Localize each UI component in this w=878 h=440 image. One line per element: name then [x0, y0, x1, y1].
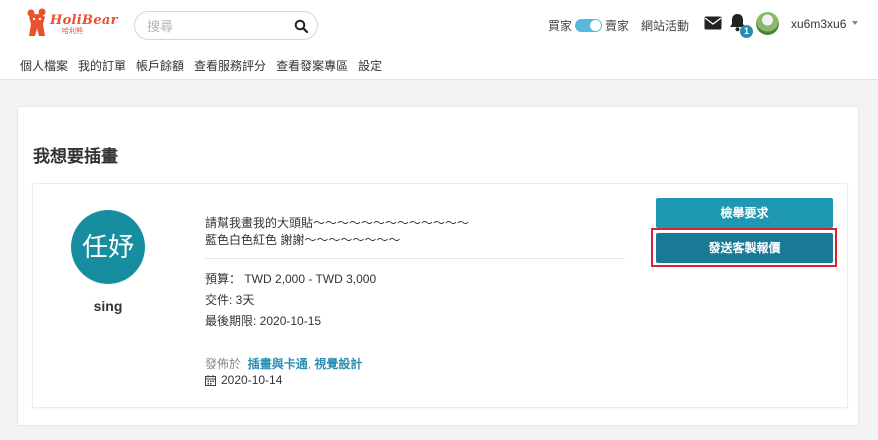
- description-line: 藍色白色紅色 謝謝～～～～～～～～: [205, 233, 401, 247]
- request-description: 請幫我畫我的大頭貼～～～～～～～～～～～～～ 藍色白色紅色 謝謝～～～～～～～～: [205, 215, 469, 249]
- budget: 預算： TWD 2,000 - TWD 3,000: [205, 272, 377, 286]
- buyer-seller-toggle[interactable]: [575, 19, 603, 32]
- category-link-illustration[interactable]: 插畫與卡通: [248, 357, 308, 371]
- search-icon[interactable]: [294, 19, 308, 33]
- posted-in: 發佈於 插畫與卡通, 視覺設計: [205, 355, 362, 372]
- nav-my-orders[interactable]: 我的訂單: [78, 57, 126, 74]
- author-avatar[interactable]: 任妤: [71, 210, 145, 284]
- logo-subtitle: 哈利熊: [62, 28, 83, 35]
- divider: [205, 258, 625, 259]
- username[interactable]: xu6m3xu6: [791, 17, 846, 31]
- role-switch: 買家 賣家: [548, 17, 629, 34]
- nav-service-ratings[interactable]: 查看服務評分: [194, 57, 266, 74]
- user-avatar[interactable]: [756, 12, 779, 35]
- posted-in-label: 發佈於: [205, 357, 242, 371]
- page-title: 我想要插畫: [33, 147, 118, 166]
- nav-profile[interactable]: 個人檔案: [20, 57, 68, 74]
- holibear-logo[interactable]: HoliBear 哈利熊: [26, 8, 118, 42]
- send-custom-quote-button[interactable]: 發送客製報價: [656, 233, 833, 263]
- search-input[interactable]: [147, 17, 287, 35]
- chevron-down-icon[interactable]: [852, 21, 858, 25]
- bear-logo-icon: [27, 8, 46, 36]
- notifications[interactable]: 1: [729, 13, 753, 38]
- mail-icon[interactable]: [704, 16, 722, 30]
- calendar-icon: [205, 374, 216, 386]
- post-date: 2020-10-14: [221, 373, 283, 387]
- request-card: 我想要插畫 任妤 sing 請幫我畫我的大頭貼～～～～～～～～～～～～～ 藍色白…: [17, 106, 859, 426]
- account-nav: 個人檔案 我的訂單 帳戶餘額 查看服務評分 查看發案專區 設定: [20, 57, 392, 74]
- nav-account-balance[interactable]: 帳戶餘額: [136, 57, 184, 74]
- deadline: 最後期限: 2020-10-15: [205, 314, 322, 328]
- logo-wordmark: HoliBear: [50, 13, 118, 28]
- delivery-time: 交件: 3天: [205, 293, 255, 307]
- seller-label[interactable]: 賣家: [605, 17, 629, 34]
- logo-text: HoliBear 哈利熊: [50, 14, 118, 36]
- site-events-link[interactable]: 網站活動: [641, 17, 689, 34]
- category-link-visual-design[interactable]: 視覺設計: [314, 357, 362, 371]
- post-date-row: 2020-10-14: [205, 373, 282, 387]
- nav-requests-area[interactable]: 查看發案專區: [276, 57, 348, 74]
- request-post: 任妤 sing 請幫我畫我的大頭貼～～～～～～～～～～～～～ 藍色白色紅色 謝謝…: [32, 183, 848, 408]
- notification-count-badge: 1: [740, 25, 753, 38]
- description-line: 請幫我畫我的大頭貼～～～～～～～～～～～～～: [205, 216, 470, 230]
- buyer-label[interactable]: 買家: [548, 17, 572, 34]
- nav-settings[interactable]: 設定: [358, 57, 382, 74]
- author-name[interactable]: sing: [73, 298, 143, 314]
- report-request-button[interactable]: 檢舉要求: [656, 198, 833, 228]
- request-details: 預算： TWD 2,000 - TWD 3,000 交件: 3天 最後期限: 2…: [205, 271, 376, 334]
- search-box: [134, 11, 318, 40]
- top-header: HoliBear 哈利熊 買家 賣家 網站活動 1 xu6m3xu6 個人檔案 …: [0, 0, 878, 80]
